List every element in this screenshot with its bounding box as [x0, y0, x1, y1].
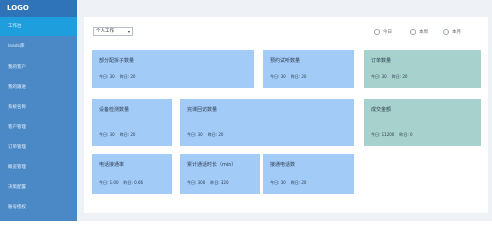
card-stats: 今日: 30 昨日: 20	[99, 74, 140, 80]
stat-yesterday: 昨日: 20	[119, 132, 136, 137]
period-label: 今日	[383, 29, 392, 35]
stat-card[interactable]: 部分配拆子数量 今日: 30 昨日: 20	[92, 50, 254, 88]
stat-yesterday: 昨日: 20	[391, 74, 408, 79]
scope-select-value: 个人工作	[96, 29, 114, 34]
stat-today: 今日: 30	[371, 74, 387, 79]
stat-card[interactable]: 电话接通率 今日: 1.00 昨日: 0.66	[92, 154, 172, 194]
stat-card[interactable]: 预约试听数量 今日: 30 昨日: 20	[263, 50, 354, 88]
stat-yesterday: 昨日: 20	[290, 180, 307, 185]
stat-yesterday: 昨日: 320	[210, 180, 229, 185]
sidebar-item-leads[interactable]: leads库	[0, 37, 77, 56]
period-radio-week[interactable]: 本周	[410, 27, 428, 36]
card-stats: 今日: 11200 昨日: 0	[371, 132, 418, 138]
sidebar-item-account-auth[interactable]: 账号授权	[0, 198, 77, 217]
caret-down-icon: ▾	[127, 29, 130, 34]
stat-today: 今日: 30	[270, 74, 286, 79]
card-stats: 今日: 30 昨日: 20	[99, 132, 140, 138]
card-stats: 今日: 30 昨日: 20	[371, 74, 412, 80]
stat-today: 今日: 300	[187, 180, 206, 185]
period-label: 本周	[419, 29, 428, 35]
stat-today: 今日: 30	[187, 132, 203, 137]
stat-yesterday: 昨日: 20	[119, 74, 136, 79]
stat-card[interactable]: 订单数量 今日: 30 昨日: 20	[364, 50, 481, 88]
radio-icon	[374, 28, 380, 35]
stat-today: 今日: 30	[99, 132, 115, 137]
sidebar: LOGO 工作台 leads库 我的客户 我的跟进 系统名称 客户管理 订单管理…	[0, 0, 77, 221]
card-title: 订单数量	[371, 58, 392, 64]
stat-today: 今日: 30	[270, 180, 286, 185]
period-radio-month[interactable]: 本月	[443, 27, 461, 36]
radio-icon	[410, 28, 416, 35]
sidebar-item-overview-management[interactable]: 概览管理	[0, 158, 77, 177]
sidebar-item-system-name[interactable]: 系统名称	[0, 98, 77, 117]
stat-card[interactable]: 接通电话数 今日: 30 昨日: 20	[263, 154, 354, 194]
radio-icon	[443, 28, 449, 35]
card-title: 完课回访数量	[187, 107, 218, 113]
card-title: 成交金额	[371, 107, 392, 113]
stat-card[interactable]: 成交金额 今日: 11200 昨日: 0	[364, 99, 481, 146]
sidebar-item-workbench[interactable]: 工作台	[0, 17, 77, 36]
sidebar-item-decision-config[interactable]: 决策配置	[0, 178, 77, 197]
stat-yesterday: 昨日: 0.66	[123, 180, 144, 185]
stat-card[interactable]: 设备检测数量 今日: 30 昨日: 20	[92, 99, 172, 146]
card-stats: 今日: 1.00 昨日: 0.66	[99, 180, 148, 186]
card-title: 累计通话时长（min）	[187, 162, 237, 168]
card-title: 部分配拆子数量	[99, 58, 135, 64]
stat-yesterday: 昨日: 20	[290, 74, 307, 79]
period-radio-today[interactable]: 今日	[374, 27, 392, 36]
logo: LOGO	[0, 0, 77, 17]
card-title: 电话接通率	[99, 162, 125, 168]
stat-card[interactable]: 累计通话时长（min） 今日: 300 昨日: 320	[180, 154, 260, 194]
stat-yesterday: 昨日: 20	[207, 132, 224, 137]
stat-card[interactable]: 完课回访数量 今日: 30 昨日: 20	[180, 99, 354, 146]
scope-select[interactable]: 个人工作 ▾	[93, 27, 133, 36]
sidebar-item-my-customers[interactable]: 我的客户	[0, 58, 77, 77]
stat-yesterday: 昨日: 0	[399, 132, 413, 137]
card-title: 接通电话数	[270, 162, 296, 168]
card-title: 设备检测数量	[99, 107, 130, 113]
sidebar-item-customer-management[interactable]: 客户管理	[0, 118, 77, 137]
sidebar-item-order-management[interactable]: 订单管理	[0, 138, 77, 157]
stat-today: 今日: 1.00	[99, 180, 119, 185]
card-stats: 今日: 30 昨日: 20	[187, 132, 228, 138]
card-stats: 今日: 30 昨日: 20	[270, 180, 311, 186]
card-stats: 今日: 30 昨日: 20	[270, 74, 311, 80]
card-title: 预约试听数量	[270, 58, 301, 64]
sidebar-item-my-followups[interactable]: 我的跟进	[0, 78, 77, 97]
period-label: 本月	[452, 29, 461, 35]
card-stats: 今日: 300 昨日: 320	[187, 180, 234, 186]
stat-today: 今日: 11200	[371, 132, 395, 137]
stat-today: 今日: 30	[99, 74, 115, 79]
